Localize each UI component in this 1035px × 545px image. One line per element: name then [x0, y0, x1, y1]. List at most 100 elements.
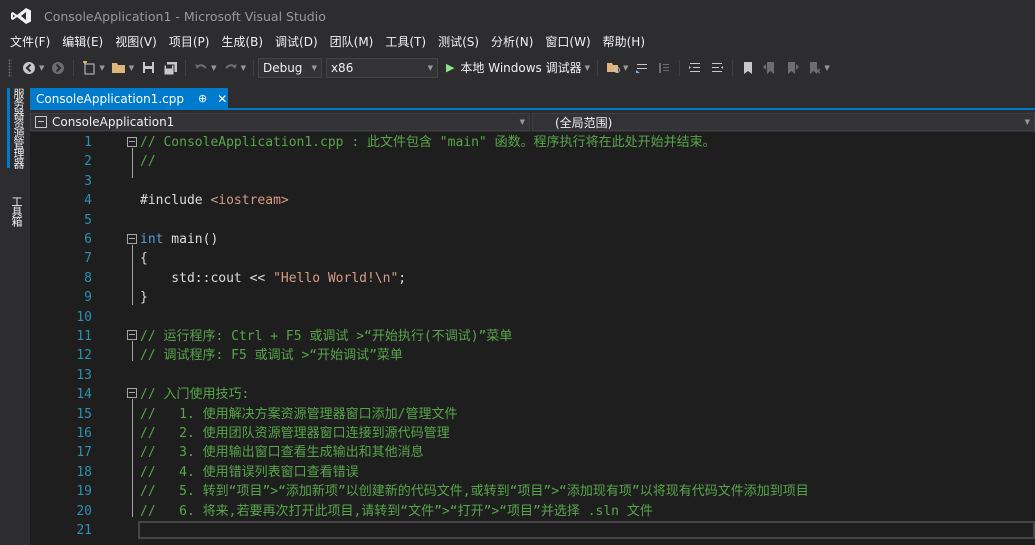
code-line[interactable]: 5 — [30, 211, 1035, 230]
start-debugging-dropdown-icon[interactable]: ▼ — [585, 64, 590, 72]
collapse-region-icon[interactable] — [127, 234, 137, 244]
code-text: int main() — [140, 230, 218, 249]
code-editor[interactable]: 1 // ConsoleApplication1.cpp : 此文件包含 "mai… — [30, 132, 1035, 545]
collapse-region-icon[interactable] — [127, 137, 137, 147]
chevron-down-icon: ▼ — [519, 118, 525, 126]
code-line[interactable]: 14 // 入门使用技巧: — [30, 385, 1035, 404]
new-project-icon[interactable] — [80, 59, 98, 77]
chevron-down-icon: ▼ — [427, 63, 433, 72]
open-file-icon[interactable] — [110, 59, 128, 77]
code-text: // 入门使用技巧: — [140, 385, 249, 404]
outdent-icon[interactable] — [708, 59, 726, 77]
editor-navigation-bar: ConsoleApplication1 ▼ (全局范围) ▼ — [30, 112, 1035, 132]
code-text: std::cout << "Hello World!\n"; — [140, 269, 406, 288]
code-token: } — [140, 290, 148, 306]
step-over-icon[interactable] — [633, 59, 651, 77]
menu-window[interactable]: 窗口(W) — [539, 32, 596, 52]
code-comment: // 5. 转到“项目”>“添加新项”以创建新的代码文件,或转到“项目”>“添加… — [140, 484, 809, 500]
menu-view[interactable]: 视图(V) — [109, 32, 163, 52]
project-scope-select[interactable]: ConsoleApplication1 ▼ — [30, 113, 530, 131]
code-comment: // 3. 使用输出窗口查看生成输出和其他消息 — [140, 445, 424, 461]
code-line[interactable]: 1 // ConsoleApplication1.cpp : 此文件包含 "mai… — [30, 133, 1035, 152]
navigate-back-dropdown-icon[interactable]: ▼ — [39, 64, 44, 72]
server-explorer-tab[interactable]: 服务器资源管理器 — [7, 88, 25, 168]
code-line[interactable]: 4 #include <iostream> — [30, 191, 1035, 210]
code-line[interactable]: 20 // 6. 将来,若要再次打开此项目,请转到“文件”>“打开”>“项目”并选… — [30, 502, 1035, 521]
line-number: 20 — [76, 503, 92, 519]
document-tab-active[interactable]: ConsoleApplication1.cpp ⊕ ✕ — [30, 88, 228, 109]
menu-tools[interactable]: 工具(T) — [379, 32, 432, 52]
code-line[interactable]: 2 // — [30, 152, 1035, 171]
menu-project[interactable]: 项目(P) — [163, 32, 216, 52]
undo-icon[interactable] — [192, 59, 210, 77]
comment-lines-icon[interactable] — [655, 59, 673, 77]
toolbar-separator — [732, 59, 734, 76]
redo-icon[interactable] — [222, 59, 240, 77]
code-line[interactable]: 19 // 5. 转到“项目”>“添加新项”以创建新的代码文件,或转到“项目”>“… — [30, 482, 1035, 501]
menu-help[interactable]: 帮助(H) — [597, 32, 651, 52]
save-all-icon[interactable] — [161, 59, 179, 77]
code-line[interactable]: 3 — [30, 172, 1035, 191]
toolbar-grip[interactable] — [8, 58, 12, 77]
toolbar-separator — [679, 59, 681, 76]
menu-team[interactable]: 团队(M) — [324, 32, 380, 52]
new-project-dropdown-icon[interactable]: ▼ — [99, 64, 104, 72]
toolbar-options-dropdown-icon[interactable]: ▼ — [824, 64, 829, 72]
clear-bookmarks-icon[interactable] — [805, 59, 823, 77]
code-comment: // ConsoleApplication1.cpp : 此文件包含 "main… — [140, 135, 716, 150]
code-token: { — [140, 251, 148, 267]
line-number: 11 — [76, 329, 92, 344]
outline-guide — [132, 245, 133, 305]
code-line[interactable]: 13 — [30, 366, 1035, 385]
solution-configuration-select[interactable]: Debug ▼ — [257, 57, 322, 78]
navigate-back-icon[interactable] — [20, 59, 38, 77]
menu-test[interactable]: 测试(S) — [432, 32, 485, 52]
code-line[interactable]: 15 // 1. 使用解决方案资源管理器窗口添加/管理文件 — [30, 405, 1035, 424]
code-token: ; — [398, 270, 407, 286]
code-line[interactable]: 9} — [30, 288, 1035, 307]
code-line[interactable]: 16 // 2. 使用团队资源管理器窗口连接到源代码管理 — [30, 424, 1035, 443]
menu-file[interactable]: 文件(F) — [4, 32, 56, 52]
next-bookmark-icon[interactable] — [783, 59, 801, 77]
previous-bookmark-icon[interactable] — [761, 59, 779, 77]
close-icon[interactable]: ✕ — [217, 92, 227, 106]
undo-dropdown-icon[interactable]: ▼ — [211, 64, 216, 72]
code-line[interactable]: 10 — [30, 308, 1035, 327]
start-debugging-button[interactable]: ▶ 本地 Windows 调试器 — [442, 58, 586, 78]
save-icon[interactable] — [139, 59, 157, 77]
code-line[interactable]: 8 std::cout << "Hello World!\n"; — [30, 269, 1035, 288]
redo-dropdown-icon[interactable]: ▼ — [241, 64, 246, 72]
code-line[interactable]: 18 // 4. 使用错误列表窗口查看错误 — [30, 463, 1035, 482]
code-line[interactable]: 17 // 3. 使用输出窗口查看生成输出和其他消息 — [30, 443, 1035, 462]
collapse-region-icon[interactable] — [127, 388, 137, 398]
line-number: 21 — [76, 523, 92, 538]
global-scope-select[interactable]: (全局范围) ▼ — [532, 113, 1035, 131]
code-line[interactable]: 7{ — [30, 249, 1035, 268]
code-text: // — [140, 152, 156, 171]
solution-platform-select[interactable]: x86 ▼ — [325, 57, 438, 78]
play-icon: ▶ — [445, 61, 455, 74]
find-dropdown-icon[interactable]: ▼ — [623, 64, 628, 72]
code-line[interactable]: 12 // 调试程序: F5 或调试 >“开始调试”菜单 — [30, 346, 1035, 365]
menu-edit[interactable]: 编辑(E) — [56, 32, 109, 52]
start-debugging-label: 本地 Windows 调试器 — [460, 61, 582, 75]
bookmark-icon[interactable] — [739, 59, 757, 77]
line-number: 12 — [76, 348, 92, 364]
menu-debug[interactable]: 调试(D) — [269, 32, 324, 52]
menu-build[interactable]: 生成(B) — [215, 32, 269, 52]
project-scope-value: ConsoleApplication1 — [52, 115, 175, 129]
solution-platform-value: x86 — [330, 60, 354, 75]
code-text: // 6. 将来,若要再次打开此项目,请转到“文件”>“打开”>“项目”并选择 … — [140, 502, 653, 521]
code-text: { — [140, 249, 148, 268]
toolbox-tab[interactable]: 工具箱 — [5, 196, 23, 226]
code-line[interactable]: 6 int main() — [30, 230, 1035, 249]
code-line[interactable]: 11 // 运行程序: Ctrl + F5 或调试 >“开始执行(不调试)”菜单 — [30, 327, 1035, 346]
navigate-forward-icon[interactable] — [49, 59, 67, 77]
code-comment: // 4. 使用错误列表窗口查看错误 — [140, 464, 359, 480]
pin-icon[interactable]: ⊕ — [198, 92, 207, 105]
find-in-files-icon[interactable] — [604, 59, 622, 77]
indent-icon[interactable] — [686, 59, 704, 77]
open-file-dropdown-icon[interactable]: ▼ — [129, 64, 134, 72]
collapse-region-icon[interactable] — [127, 330, 137, 340]
menu-analyze[interactable]: 分析(N) — [485, 32, 539, 52]
